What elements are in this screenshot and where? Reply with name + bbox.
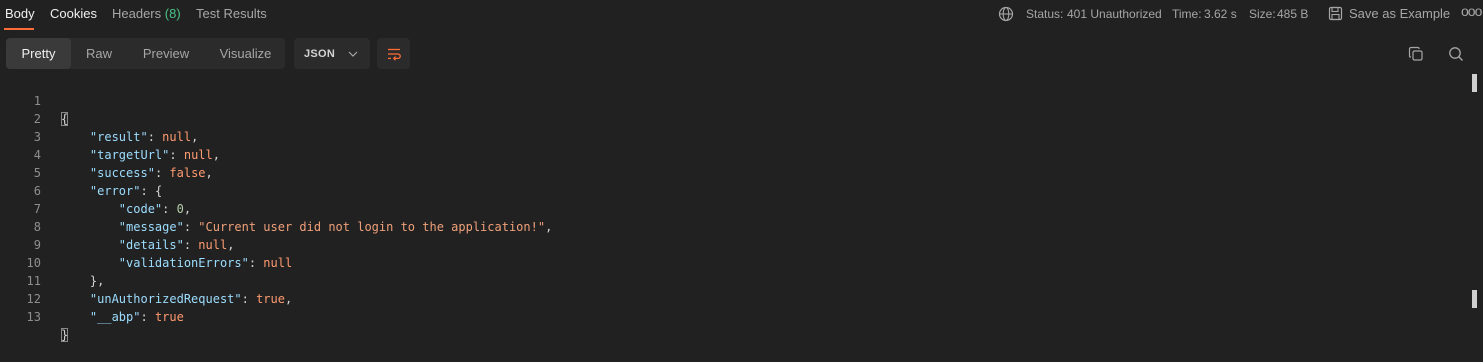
wrap-lines-icon [387,48,401,61]
code-line: 5 "error": { [0,146,1470,198]
response-tabs-bar: Body Cookies Headers (8) Test Results St… [0,0,1483,30]
view-pretty[interactable]: Pretty [6,38,71,69]
time-value[interactable]: 3.62 s [1204,7,1237,21]
json-key: "__abp" [89,310,141,324]
tab-headers[interactable]: Headers (8) [112,6,181,21]
save-as-example-button[interactable]: Save as Example [1328,6,1450,21]
save-as-example-label: Save as Example [1349,6,1451,21]
code-line: 9 "validationErrors": null [0,218,1470,270]
status-code[interactable]: 401 Unauthorized [1067,7,1162,21]
view-visualize[interactable]: Visualize [206,38,285,69]
line-number: 13 [26,310,41,324]
search-icon[interactable] [1448,46,1464,62]
format-select-value: JSON [304,47,336,60]
chevron-down-icon [348,51,358,57]
response-body-editor[interactable]: 1 { 2 "result": null, 3 "targetUrl": nul… [0,74,1470,342]
code-line: 12 "__abp": true [0,272,1470,324]
code-line: 7 "message": "Current user did not login… [0,182,1470,234]
headers-count: (8) [164,6,181,21]
globe-icon[interactable] [998,6,1014,22]
save-icon [1328,6,1343,21]
tab-headers-label: Headers [112,6,162,21]
close-brace: } [61,328,69,342]
code-line: 6 "code": 0, [0,164,1470,216]
format-select[interactable]: JSON [294,38,370,69]
wrap-lines-button[interactable] [377,38,410,69]
scrollbar-bottom-marker[interactable] [1472,290,1477,308]
view-mode-switch: Pretty Raw Preview Visualize [6,38,285,69]
copy-icon[interactable] [1408,46,1424,62]
code-line: 1 { [0,74,1470,126]
tab-body[interactable]: Body [5,6,35,21]
vertical-scrollbar[interactable] [1472,74,1478,338]
code-line: 13 } [0,290,1470,342]
tab-test-results[interactable]: Test Results [196,6,267,21]
code-line: 11 "unAuthorizedRequest": true, [0,254,1470,306]
code-line: 2 "result": null, [0,92,1470,144]
view-preview[interactable]: Preview [130,38,202,69]
tab-cookies[interactable]: Cookies [50,6,97,21]
time-label: Time: [1172,7,1202,21]
more-options-icon[interactable]: ooo [1461,3,1482,19]
view-raw[interactable]: Raw [76,38,122,69]
body-toolbar: Pretty Raw Preview Visualize JSON [0,38,1483,70]
scrollbar-top-marker[interactable] [1472,74,1477,92]
code-line: 4 "success": false, [0,128,1470,180]
size-label: Size: [1249,7,1276,21]
code-line: 8 "details": null, [0,200,1470,252]
active-tab-indicator [4,28,34,30]
code-line: 10 }, [0,236,1470,288]
code-line: 3 "targetUrl": null, [0,110,1470,162]
json-value: true [154,310,184,324]
size-value[interactable]: 485 B [1277,7,1308,21]
status-label: Status: [1026,7,1064,21]
